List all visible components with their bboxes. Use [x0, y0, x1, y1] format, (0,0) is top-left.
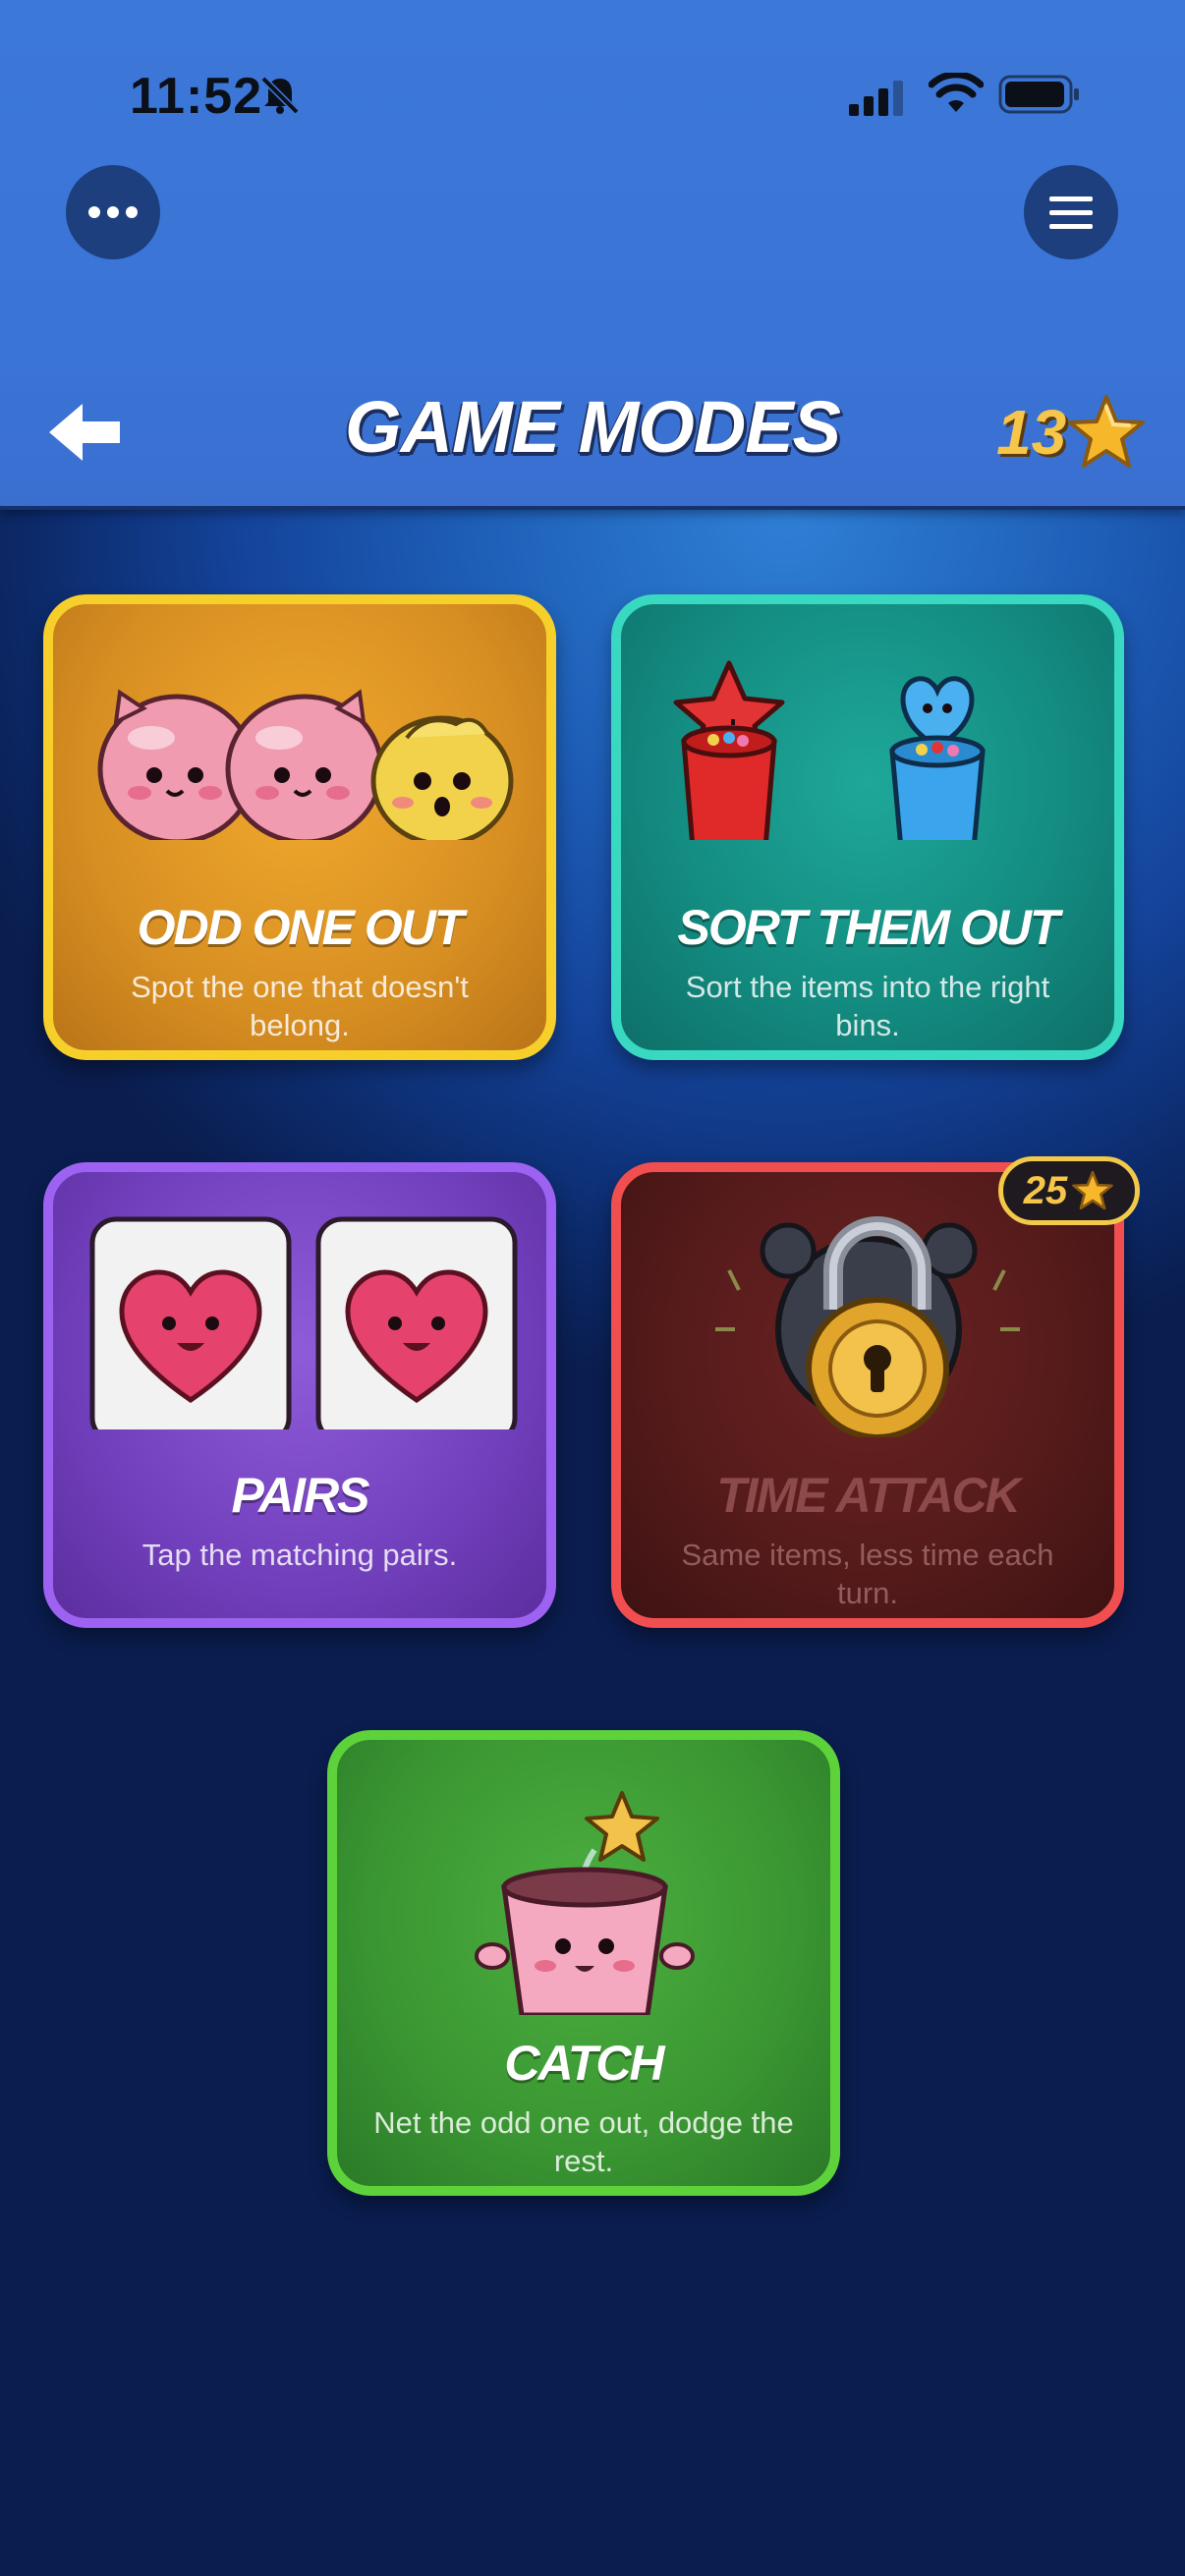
bell-muted-icon [260, 76, 300, 115]
mode-description: Same items, less time each turn. [681, 1538, 1054, 1610]
signal-icon [849, 81, 903, 116]
mode-description: Spot the one that doesn't belong. [131, 970, 469, 1042]
card-body: TIME ATTACK Same items, less time each t… [621, 1172, 1114, 1618]
star-icon [1072, 1170, 1113, 1210]
mode-title: SORT THEM OUT [677, 900, 1060, 955]
star-icon [1068, 395, 1146, 468]
mode-card-pairs[interactable]: PAIRS Tap the matching pairs. [43, 1162, 556, 1628]
star-count: 13 [996, 397, 1067, 468]
status-time: 11:52 [130, 68, 263, 125]
wifi-icon [929, 73, 984, 112]
hamburger-menu-icon [1049, 196, 1093, 229]
sort-them-out-illustration [673, 660, 986, 840]
mode-description: Sort the items into the right bins. [685, 970, 1050, 1042]
battery-icon [998, 75, 1079, 114]
odd-one-out-illustration [97, 689, 514, 840]
status-bar: 11:52 [0, 59, 1185, 128]
unlock-cost-badge: 25 [998, 1156, 1140, 1225]
mode-title: TIME ATTACK [716, 1468, 1021, 1523]
mode-card-time-attack[interactable]: TIME ATTACK Same items, less time each t… [611, 1156, 1140, 1628]
mode-title: CATCH [504, 2036, 664, 2091]
more-dots-icon [88, 206, 138, 218]
mode-card-catch[interactable]: CATCH Net the odd one out, dodge the res… [327, 1730, 840, 2196]
catch-illustration [475, 1791, 695, 2015]
mode-title: ODD ONE OUT [137, 900, 465, 955]
padlock-icon [806, 1216, 949, 1437]
top-bar: 11:52 GAME MODES 13 [0, 0, 1185, 510]
mode-description: Net the odd one out, dodge the rest. [373, 2105, 794, 2178]
mode-card-odd-one-out[interactable]: ODD ONE OUT Spot the one that doesn't be… [43, 594, 556, 1060]
more-options-button[interactable] [66, 165, 160, 259]
star-balance: 13 [996, 393, 1147, 472]
mode-card-sort-them-out[interactable]: SORT THEM OUT Sort the items into the ri… [611, 594, 1124, 1060]
mode-title: PAIRS [231, 1468, 369, 1523]
pairs-illustration [89, 1216, 518, 1429]
unlock-cost: 25 [1023, 1168, 1068, 1212]
menu-button[interactable] [1024, 165, 1118, 259]
mode-description: Tap the matching pairs. [141, 1538, 458, 1572]
